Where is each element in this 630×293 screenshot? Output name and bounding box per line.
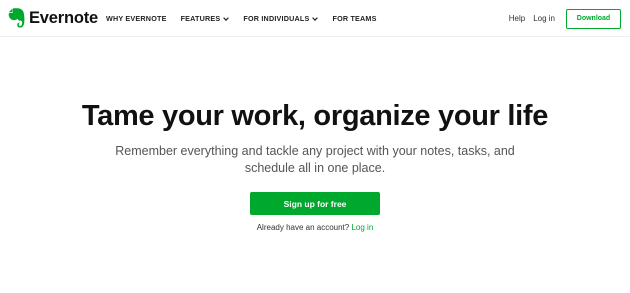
login-link[interactable]: Log in bbox=[533, 14, 555, 23]
chevron-down-icon bbox=[223, 16, 230, 21]
existing-account-prompt: Already have an account? Log in bbox=[0, 223, 630, 232]
top-navigation: Evernote WHY EVERNOTE FEATURES FOR INDIV… bbox=[0, 0, 630, 37]
brand-name: Evernote bbox=[29, 8, 99, 27]
signup-button-label: Sign up for free bbox=[283, 198, 347, 209]
nav-why-evernote-label: WHY EVERNOTE bbox=[106, 14, 167, 23]
nav-for-teams[interactable]: FOR TEAMS bbox=[332, 14, 376, 23]
hero-login-link[interactable]: Log in bbox=[351, 223, 373, 232]
hero-subtitle: Remember everything and tackle any proje… bbox=[115, 144, 515, 175]
download-button-label: Download bbox=[576, 15, 611, 22]
account-nav: Help Log in Download bbox=[509, 0, 621, 37]
nav-for-individuals-label: FOR INDIVIDUALS bbox=[243, 14, 310, 23]
help-link[interactable]: Help bbox=[509, 14, 525, 23]
nav-why-evernote[interactable]: WHY EVERNOTE bbox=[106, 14, 167, 23]
download-button[interactable]: Download bbox=[566, 8, 621, 29]
account-prompt-text: Already have an account? bbox=[256, 223, 350, 232]
nav-features[interactable]: FEATURES bbox=[181, 14, 230, 23]
evernote-logo[interactable]: Evernote bbox=[8, 8, 98, 28]
nav-for-individuals[interactable]: FOR INDIVIDUALS bbox=[243, 14, 319, 23]
main-nav-links: WHY EVERNOTE FEATURES FOR INDIVIDUALS FO… bbox=[106, 0, 391, 37]
nav-features-label: FEATURES bbox=[180, 14, 221, 23]
evernote-elephant-icon bbox=[8, 8, 25, 28]
hero-title: Tame your work, organize your life bbox=[81, 100, 549, 132]
nav-for-teams-label: FOR TEAMS bbox=[332, 14, 377, 23]
signup-button[interactable]: Sign up for free bbox=[250, 192, 380, 215]
chevron-down-icon bbox=[312, 16, 319, 21]
